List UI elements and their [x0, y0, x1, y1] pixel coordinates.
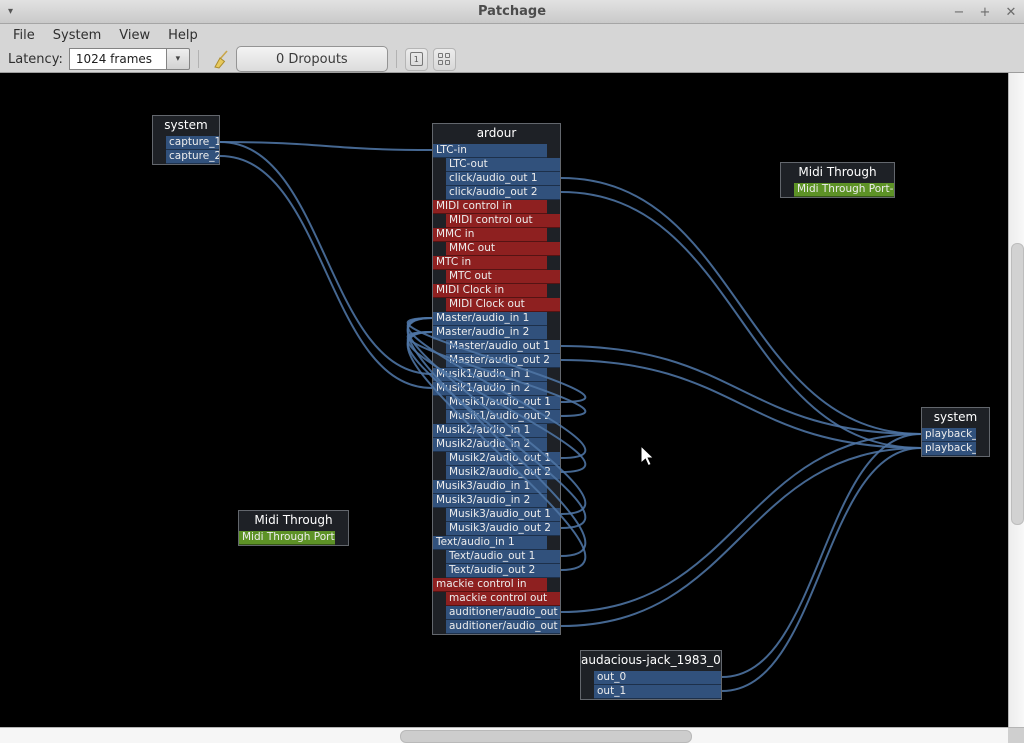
port-master-audio-in-1[interactable]: Master/audio_in 1	[433, 312, 547, 326]
vertical-scrollbar[interactable]	[1008, 73, 1024, 727]
module-midi-through-left[interactable]: Midi ThroughMidi Through Port-0	[238, 510, 349, 546]
port-out-1[interactable]: out_1	[594, 685, 721, 699]
menu-help[interactable]: Help	[159, 26, 207, 45]
port-mmc-out[interactable]: MMC out	[446, 242, 560, 256]
module-audacious[interactable]: audacious-jack_1983_000out_0out_1	[580, 650, 722, 700]
port-auditioner-audio-out-1[interactable]: auditioner/audio_out 1	[446, 606, 560, 620]
chevron-down-icon: ▾	[176, 54, 181, 64]
port-click-audio-out-1[interactable]: click/audio_out 1	[446, 172, 560, 186]
dropouts-button[interactable]: 0 Dropouts	[236, 46, 388, 72]
module-title[interactable]: audacious-jack_1983_000	[581, 651, 721, 671]
patchbay-canvas[interactable]: systemcapture_1capture_2ardourLTC-inLTC-…	[0, 73, 1008, 727]
zoom-fit-button[interactable]	[433, 48, 456, 71]
module-title[interactable]: ardour	[433, 124, 560, 144]
port-ltc-out[interactable]: LTC-out	[446, 158, 560, 172]
port-ltc-in[interactable]: LTC-in	[433, 144, 547, 158]
port-midi-control-out[interactable]: MIDI control out	[446, 214, 560, 228]
horizontal-scrollbar[interactable]	[0, 727, 1008, 743]
port-musik3-audio-in-2[interactable]: Musik3/audio_in 2	[433, 494, 547, 508]
horizontal-scrollbar-thumb[interactable]	[400, 730, 692, 743]
port-mmc-in[interactable]: MMC in	[433, 228, 547, 242]
latency-value[interactable]: 1024 frames	[69, 48, 166, 70]
module-title[interactable]: system	[922, 408, 989, 428]
scrollbar-corner	[1008, 727, 1024, 743]
maximize-button[interactable]: +	[978, 5, 992, 20]
port-master-audio-out-2[interactable]: Master/audio_out 2	[446, 354, 560, 368]
module-title[interactable]: Midi Through	[239, 511, 348, 531]
zoom-fit-icon	[438, 53, 450, 65]
port-midi-control-in[interactable]: MIDI control in	[433, 200, 547, 214]
window-controls: − + ✕	[952, 0, 1018, 24]
window-title: Patchage	[0, 4, 1024, 19]
toolbar-separator	[396, 50, 397, 68]
broom-icon	[213, 50, 230, 69]
zoom-normal-icon: 1	[410, 52, 423, 66]
port-mtc-out[interactable]: MTC out	[446, 270, 560, 284]
module-system-left[interactable]: systemcapture_1capture_2	[152, 115, 220, 165]
port-capture-1[interactable]: capture_1	[166, 136, 219, 150]
port-midi-through-port-0[interactable]: Midi Through Port-0	[239, 531, 335, 545]
port-master-audio-out-1[interactable]: Master/audio_out 1	[446, 340, 560, 354]
port-text-audio-out-1[interactable]: Text/audio_out 1	[446, 550, 560, 564]
close-button[interactable]: ✕	[1004, 5, 1018, 20]
vertical-scrollbar-thumb[interactable]	[1011, 243, 1024, 525]
port-click-audio-out-2[interactable]: click/audio_out 2	[446, 186, 560, 200]
port-midi-clock-in[interactable]: MIDI Clock in	[433, 284, 547, 298]
port-midi-through-port-0[interactable]: Midi Through Port-0	[794, 183, 894, 197]
titlebar: ▾ Patchage − + ✕	[0, 0, 1024, 24]
zoom-normal-button[interactable]: 1	[405, 48, 428, 71]
port-out-0[interactable]: out_0	[594, 671, 721, 685]
port-text-audio-out-2[interactable]: Text/audio_out 2	[446, 564, 560, 578]
port-musik3-audio-out-1[interactable]: Musik3/audio_out 1	[446, 508, 560, 522]
port-playback-2[interactable]: playback_2	[922, 442, 976, 456]
port-mackie-control-out[interactable]: mackie control out	[446, 592, 560, 606]
port-mackie-control-in[interactable]: mackie control in	[433, 578, 547, 592]
latency-label: Latency:	[8, 52, 63, 67]
port-auditioner-audio-out-2[interactable]: auditioner/audio_out 2	[446, 620, 560, 634]
menubar: FileSystemViewHelp	[0, 24, 1024, 46]
module-system-right[interactable]: systemplayback_1playback_2	[921, 407, 990, 457]
menu-view[interactable]: View	[110, 26, 159, 45]
module-midi-through-right[interactable]: Midi ThroughMidi Through Port-0	[780, 162, 895, 198]
port-playback-1[interactable]: playback_1	[922, 428, 976, 442]
port-master-audio-in-2[interactable]: Master/audio_in 2	[433, 326, 547, 340]
toolbar: Latency: 1024 frames ▾ 0 Dropouts 1	[0, 46, 1024, 73]
port-mtc-in[interactable]: MTC in	[433, 256, 547, 270]
combo-dropdown-button[interactable]: ▾	[166, 48, 190, 70]
toolbar-separator	[198, 50, 199, 68]
port-capture-2[interactable]: capture_2	[166, 150, 219, 164]
menu-file[interactable]: File	[4, 26, 44, 45]
module-title[interactable]: Midi Through	[781, 163, 894, 183]
port-musik3-audio-out-2[interactable]: Musik3/audio_out 2	[446, 522, 560, 536]
port-text-audio-in-1[interactable]: Text/audio_in 1	[433, 536, 547, 550]
clear-dropouts-button[interactable]	[213, 50, 230, 69]
menu-system[interactable]: System	[44, 26, 110, 45]
latency-combo[interactable]: 1024 frames ▾	[69, 48, 190, 70]
minimize-button[interactable]: −	[952, 5, 966, 20]
module-title[interactable]: system	[153, 116, 219, 136]
port-midi-clock-out[interactable]: MIDI Clock out	[446, 298, 560, 312]
